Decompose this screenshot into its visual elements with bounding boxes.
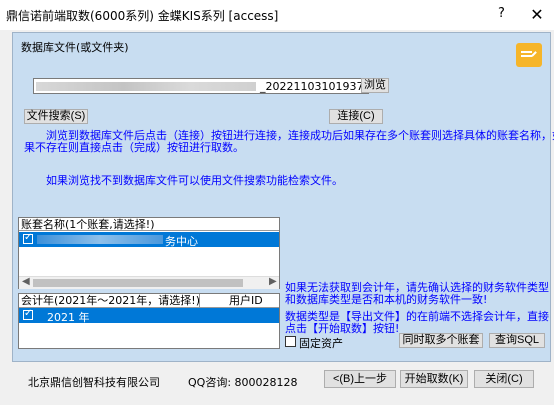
start-button[interactable]: 开始取数(K) xyxy=(400,370,468,388)
qq-contact: QQ咨询: 800028128 xyxy=(188,376,298,389)
year-row[interactable]: 2021 年 xyxy=(19,308,279,324)
hint-2-line-2: 点击【开始取数】按钮! xyxy=(285,322,400,335)
account-row[interactable]: 务中心 xyxy=(19,232,279,248)
multi-accounts-button[interactable]: 同时取多个账套 xyxy=(399,333,483,348)
account-list-scrollbar[interactable]: ◀ ▶ xyxy=(19,276,279,289)
query-sql-button[interactable]: 查询SQL xyxy=(489,333,545,348)
scrollbar-thumb[interactable] xyxy=(33,279,243,287)
note-icon[interactable] xyxy=(516,43,542,67)
file-search-button[interactable]: 文件搜索(S) xyxy=(24,109,88,124)
account-name-suffix: 务中心 xyxy=(165,235,198,248)
company-name: 北京鼎信创智科技有限公司 xyxy=(28,376,160,389)
account-checkbox[interactable] xyxy=(23,232,33,244)
main-panel: 数据库文件(或文件夹) _20221103101937.AIS 浏览 文件搜索(… xyxy=(12,32,554,362)
redacted-account-name xyxy=(37,235,163,244)
db-file-label: 数据库文件(或文件夹) xyxy=(21,41,129,54)
year-checkbox[interactable] xyxy=(23,308,33,320)
info-line-3: 如果浏览找不到数据库文件可以使用文件搜索功能检索文件。 xyxy=(46,174,343,187)
title-bar: 鼎信诺前端取数(6000系列) 金蝶KIS系列 [access] ? ✕ xyxy=(0,0,554,30)
window-title: 鼎信诺前端取数(6000系列) 金蝶KIS系列 [access] xyxy=(6,9,279,23)
year-list-header: 会计年(2021年～2021年，请选择!) 用户ID xyxy=(19,294,279,308)
year-list[interactable]: 会计年(2021年～2021年，请选择!) 用户ID 2021 年 xyxy=(18,293,280,349)
scroll-right-icon[interactable]: ▶ xyxy=(269,276,277,287)
db-path-field[interactable]: _20221103101937.AIS xyxy=(33,78,369,94)
connect-button[interactable]: 连接(C) xyxy=(329,109,383,124)
account-list-header: 账套名称(1个账套,请选择!) xyxy=(19,218,279,231)
scroll-left-icon[interactable]: ◀ xyxy=(22,276,30,287)
account-list[interactable]: 账套名称(1个账套,请选择!) 务中心 ◀ ▶ xyxy=(18,217,280,289)
db-path-suffix: _20221103101937.AIS xyxy=(260,80,368,93)
info-line-2: 果不存在则直接点击（完成）按钮进行取数。 xyxy=(24,141,244,154)
close-button[interactable]: 关闭(C) xyxy=(474,370,534,388)
browse-button[interactable]: 浏览 xyxy=(361,78,389,93)
hint-1-line-2: 和数据库类型是否和本机的财务软件一致! xyxy=(285,293,488,306)
column-divider xyxy=(199,294,200,307)
close-window-button[interactable]: ✕ xyxy=(522,2,552,26)
redacted-path xyxy=(36,82,256,91)
user-id-column-header: 用户ID xyxy=(229,294,263,307)
fixed-assets-label: 固定资产 xyxy=(299,337,343,350)
fixed-assets-checkbox[interactable] xyxy=(285,336,296,347)
year-column-header: 会计年(2021年～2021年，请选择!) xyxy=(21,294,200,307)
help-button[interactable]: ? xyxy=(498,6,505,21)
year-label: 2021 年 xyxy=(47,311,90,324)
prev-button[interactable]: <(B)上一步 xyxy=(324,370,396,388)
